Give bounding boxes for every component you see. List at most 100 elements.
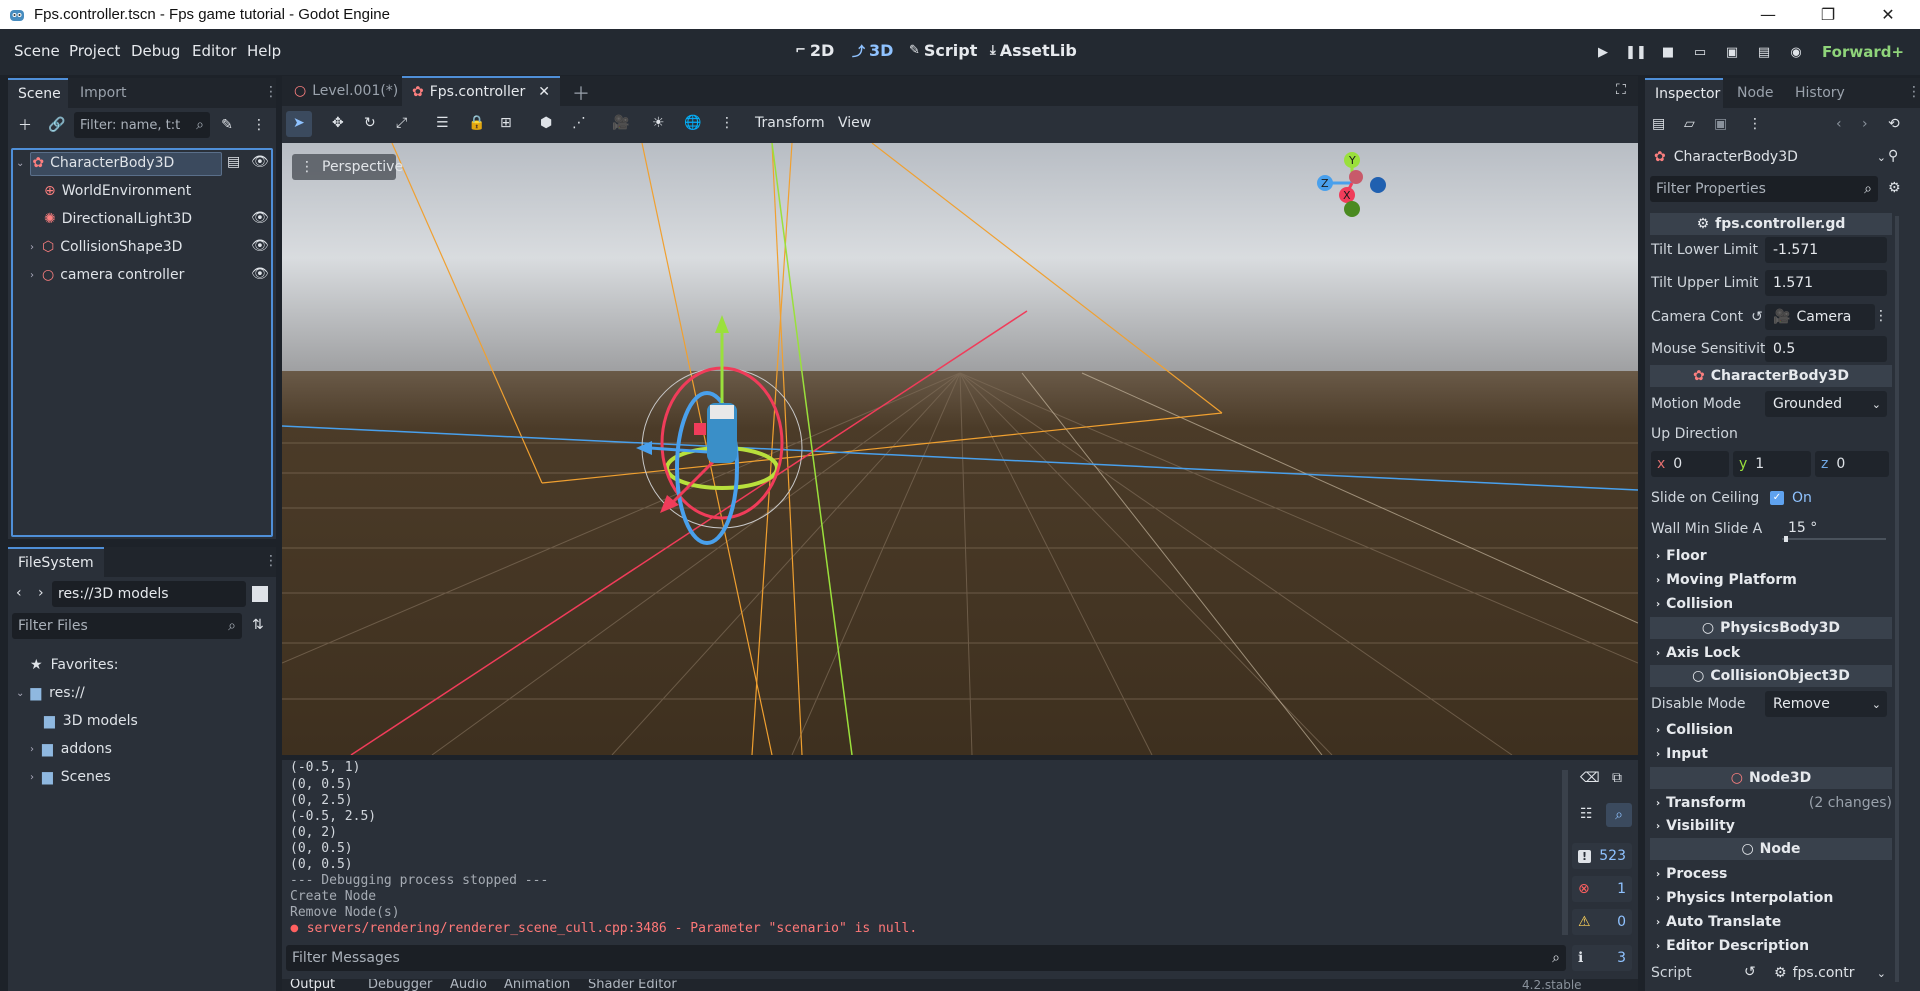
- up-direction-x-field[interactable]: x0: [1651, 451, 1729, 477]
- select-tool-icon[interactable]: ➤: [293, 115, 305, 131]
- lock-icon[interactable]: 🔒: [468, 115, 485, 131]
- remote-debug-icon[interactable]: ▭: [1687, 41, 1713, 63]
- tab-animation[interactable]: Animation: [504, 979, 570, 991]
- tab-node[interactable]: Node: [1727, 78, 1784, 108]
- group-icon[interactable]: ⊞: [500, 115, 512, 131]
- up-direction-z-field[interactable]: z0: [1815, 451, 1889, 477]
- script-resource-field[interactable]: ⚙ fps.contr ⌄: [1774, 960, 1886, 986]
- section-collision-object[interactable]: › Collision: [1656, 719, 1892, 741]
- copy-log-icon[interactable]: ⧉: [1612, 770, 1622, 786]
- save-resource-icon[interactable]: ▣: [1714, 116, 1727, 132]
- toggle-split-icon[interactable]: [252, 586, 268, 602]
- warnings-count-button[interactable]: ⚠ 0: [1572, 909, 1632, 935]
- back-icon[interactable]: ‹: [16, 585, 22, 601]
- maximize-button[interactable]: ❐: [1800, 0, 1856, 29]
- visibility-eye-icon[interactable]: 👁: [251, 154, 269, 170]
- stop-icon[interactable]: ■: [1655, 41, 1681, 63]
- visibility-eye-icon[interactable]: 👁: [251, 238, 269, 254]
- clear-log-icon[interactable]: ⌫: [1580, 770, 1600, 786]
- slider-handle[interactable]: [1784, 536, 1788, 542]
- menu-project[interactable]: Project: [69, 42, 120, 60]
- disable-mode-select[interactable]: Remove ⌄: [1765, 691, 1887, 717]
- movie-maker-icon[interactable]: ◉: [1783, 41, 1809, 63]
- mode-2d-button[interactable]: ⌐ 2D: [795, 41, 834, 60]
- list-select-icon[interactable]: ☰: [436, 115, 449, 131]
- folder-scenes[interactable]: › ▆ Scenes: [30, 764, 111, 790]
- inspected-object-selector[interactable]: ✿ CharacterBody3D ⌄: [1650, 144, 1890, 170]
- history-forward-icon[interactable]: ›: [1862, 116, 1868, 132]
- section-input[interactable]: › Input: [1656, 743, 1892, 765]
- dock-menu-icon[interactable]: ⋮: [1907, 84, 1920, 100]
- reset-icon[interactable]: ↺: [1744, 964, 1756, 980]
- wall-min-slide-slider[interactable]: 15 °: [1776, 516, 1886, 542]
- snap-icon[interactable]: ⋰: [572, 115, 586, 131]
- filter-messages-input[interactable]: Filter Messages ⌕: [286, 945, 1566, 971]
- mode-script-button[interactable]: ✎ Script: [909, 41, 977, 60]
- menu-debug[interactable]: Debug: [131, 42, 180, 60]
- reset-icon[interactable]: ↺: [1751, 309, 1763, 325]
- scene-filter-input[interactable]: Filter: name, t:t ⌕: [74, 112, 210, 138]
- folder-3d-models[interactable]: ▆ 3D models: [44, 708, 138, 734]
- perspective-menu[interactable]: ⋮ Perspective: [292, 154, 403, 180]
- more-options-icon[interactable]: ⋮: [720, 115, 734, 131]
- gizmo-y-label[interactable]: Y: [1348, 154, 1356, 167]
- tab-level-001[interactable]: ○ Level.001(*): [284, 76, 400, 106]
- tree-node-worldenvironment[interactable]: ⊕ WorldEnvironment: [44, 178, 191, 204]
- recent-history-icon[interactable]: ⟲: [1888, 116, 1900, 132]
- section-process[interactable]: › Process: [1656, 863, 1892, 885]
- menu-editor[interactable]: Editor: [192, 42, 236, 60]
- environment-preview-icon[interactable]: 🌐: [684, 115, 701, 131]
- up-direction-y-field[interactable]: y1: [1733, 451, 1811, 477]
- more-options-icon[interactable]: ⋮: [1874, 308, 1888, 324]
- folder-addons[interactable]: › ▆ addons: [30, 736, 112, 762]
- tilt-lower-limit-field[interactable]: -1.571: [1765, 237, 1887, 263]
- gizmo-z-label[interactable]: Z: [1321, 177, 1329, 190]
- filter-files-input[interactable]: Filter Files ⌕: [12, 613, 242, 639]
- camera-preview-icon[interactable]: 🎥: [612, 115, 629, 131]
- tab-filesystem[interactable]: FileSystem: [8, 547, 104, 577]
- view-menu[interactable]: View: [838, 115, 871, 131]
- tab-output[interactable]: Output: [290, 979, 335, 991]
- tree-node-directionallight3d[interactable]: ✺ DirectionalLight3D: [44, 206, 192, 232]
- section-auto-translate[interactable]: › Auto Translate: [1656, 911, 1892, 933]
- tree-node-collisionshape3d[interactable]: › ⬡ CollisionShape3D: [30, 234, 182, 260]
- res-root-item[interactable]: ⌄ ▆ res://: [16, 680, 85, 706]
- close-tab-icon[interactable]: ✕: [538, 84, 550, 100]
- tree-node-characterbody3d[interactable]: ⌄ ✿ CharacterBody3D: [16, 150, 174, 176]
- tilt-upper-limit-field[interactable]: 1.571: [1765, 270, 1887, 296]
- scene-menu-icon[interactable]: ⋮: [248, 114, 270, 136]
- attach-script-icon[interactable]: ✎: [216, 114, 238, 136]
- play-icon[interactable]: ▶: [1590, 41, 1616, 63]
- play-custom-scene-icon[interactable]: ▤: [1751, 41, 1777, 63]
- object-properties-icon[interactable]: ⚲: [1888, 148, 1898, 164]
- mode-3d-button[interactable]: ⤴ 3D: [852, 41, 893, 60]
- instance-scene-icon[interactable]: 🔗: [46, 114, 68, 136]
- local-space-icon[interactable]: ⬢: [540, 115, 552, 131]
- section-floor[interactable]: › Floor: [1656, 545, 1892, 567]
- menu-scene[interactable]: Scene: [14, 42, 60, 60]
- section-transform[interactable]: › Transform (2 changes): [1656, 792, 1892, 814]
- sun-preview-icon[interactable]: ☀: [652, 115, 665, 131]
- info-count-button[interactable]: ℹ 3: [1572, 945, 1632, 971]
- transform-menu[interactable]: Transform: [755, 115, 825, 131]
- sort-icon[interactable]: ⇅: [252, 617, 264, 633]
- minimize-button[interactable]: —: [1740, 0, 1796, 29]
- scale-tool-icon[interactable]: ⤢: [396, 115, 407, 131]
- filter-properties-input[interactable]: Filter Properties ⌕: [1650, 176, 1878, 202]
- tab-debugger[interactable]: Debugger: [368, 979, 432, 991]
- renderer-selector[interactable]: Forward+: [1822, 43, 1904, 61]
- open-folder-icon[interactable]: ▱: [1684, 116, 1695, 132]
- camera-controller-field[interactable]: 🎥 Camera: [1765, 304, 1875, 330]
- 3d-viewport[interactable]: Y Z X: [282, 143, 1638, 755]
- section-editor-description[interactable]: › Editor Description: [1656, 935, 1892, 957]
- rotate-tool-icon[interactable]: ↻: [364, 115, 376, 131]
- gizmo-x-label[interactable]: X: [1343, 189, 1351, 202]
- section-visibility[interactable]: › Visibility: [1656, 815, 1892, 837]
- slide-on-ceiling-checkbox[interactable]: ✓ On: [1770, 485, 1812, 511]
- mode-assetlib-button[interactable]: ⤓ AssetLib: [990, 41, 1077, 60]
- inspector-scrollbar[interactable]: [1895, 216, 1899, 982]
- new-scene-tab-icon[interactable]: ＋: [572, 80, 590, 106]
- section-axis-lock[interactable]: › Axis Lock: [1656, 642, 1892, 664]
- script-attached-icon[interactable]: ▤: [227, 154, 240, 170]
- toggle-search-icon[interactable]: ⌕: [1606, 803, 1632, 827]
